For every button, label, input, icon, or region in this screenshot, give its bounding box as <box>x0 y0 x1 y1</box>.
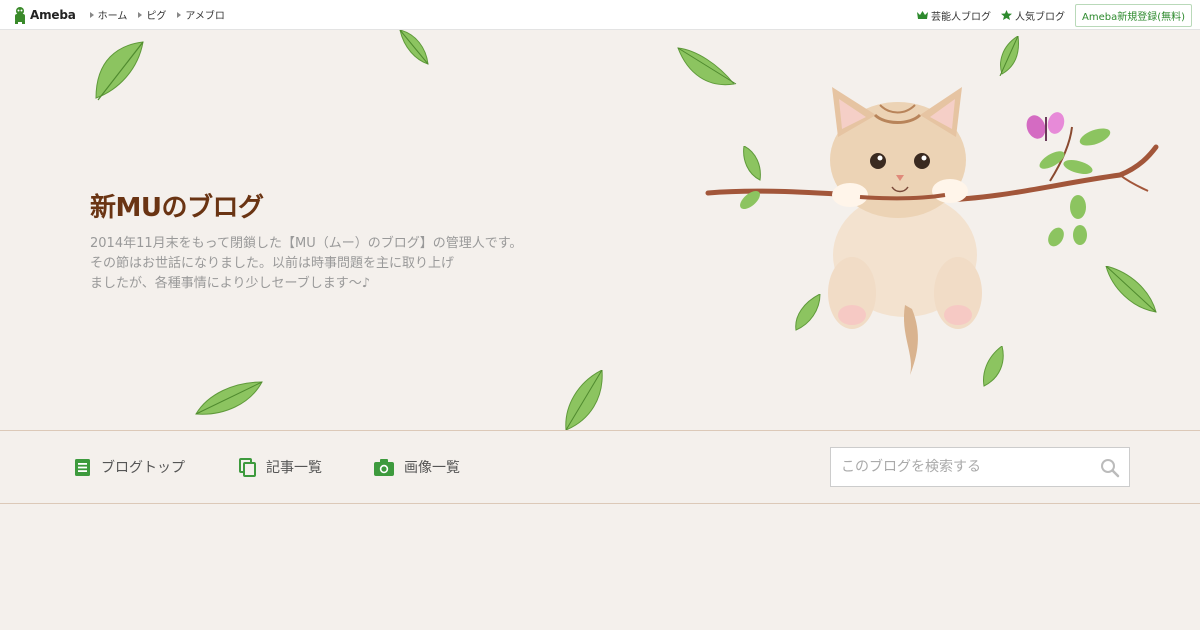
blog-description: 2014年11月末をもって閉鎖した【MU（ムー）のブログ】の管理人です。 その節… <box>90 234 570 294</box>
document-icon <box>75 458 90 476</box>
blog-description-line: その節はお世話になりました。以前は時事問題を主に取り上げ <box>90 256 455 271</box>
leaf-icon <box>999 36 1019 76</box>
blog-title[interactable]: 新MUのブログ <box>90 187 264 224</box>
nav-link-ameblo[interactable]: アメブロ <box>177 7 225 22</box>
search-icon[interactable] <box>1100 458 1120 478</box>
leaf-icon <box>95 41 144 101</box>
triangle-icon <box>177 11 182 18</box>
leaf-icon <box>399 30 429 65</box>
crown-icon <box>916 11 928 19</box>
nav-link-celebrity-blogs[interactable]: 芸能人ブログ <box>916 8 991 23</box>
blog-header: 新MUのブログ 2014年11月末をもって閉鎖した【MU（ムー）のブログ】の管理… <box>0 30 1200 430</box>
blog-description-line: 2014年11月末をもって閉鎖した【MU（ムー）のブログ】の管理人です。 <box>90 236 523 251</box>
nav-item-blog-top[interactable]: ブログトップ <box>74 457 185 477</box>
search-input[interactable] <box>831 448 1091 486</box>
global-header: Ameba ホーム ピグ アメブロ 芸能人ブログ 人気ブログ Ameba新規登録… <box>0 0 1200 30</box>
leaf-icon <box>565 370 603 430</box>
global-nav-right: 芸能人ブログ 人気ブログ Ameba新規登録(無料) <box>916 0 1192 30</box>
nav-item-article-list[interactable]: 記事一覧 <box>239 457 322 477</box>
blog-nav: ブログトップ 記事一覧 画像一覧 <box>0 430 1200 504</box>
nav-link-popular-blogs[interactable]: 人気ブログ <box>1000 8 1065 23</box>
nav-link-home[interactable]: ホーム <box>89 7 127 22</box>
blog-description-line: ましたが、各種事情により少しセーブします～♪ <box>90 276 370 291</box>
camera-icon <box>374 459 394 476</box>
leaf-icon <box>195 381 263 415</box>
triangle-icon <box>89 11 94 18</box>
logo-text: Ameba <box>30 7 76 22</box>
copy-icon <box>239 457 256 477</box>
kitten-on-branch-illustration <box>705 87 1159 375</box>
star-icon <box>1000 10 1012 20</box>
blog-search <box>830 447 1130 487</box>
triangle-icon <box>138 11 143 18</box>
ameba-logo[interactable]: Ameba <box>12 0 76 30</box>
nav-item-image-list[interactable]: 画像一覧 <box>374 457 460 477</box>
global-nav-left: ホーム ピグ アメブロ <box>89 7 236 22</box>
register-button[interactable]: Ameba新規登録(無料) <box>1074 3 1192 27</box>
nav-link-pigg[interactable]: ピグ <box>138 7 166 22</box>
ameba-mascot-icon <box>15 6 25 24</box>
